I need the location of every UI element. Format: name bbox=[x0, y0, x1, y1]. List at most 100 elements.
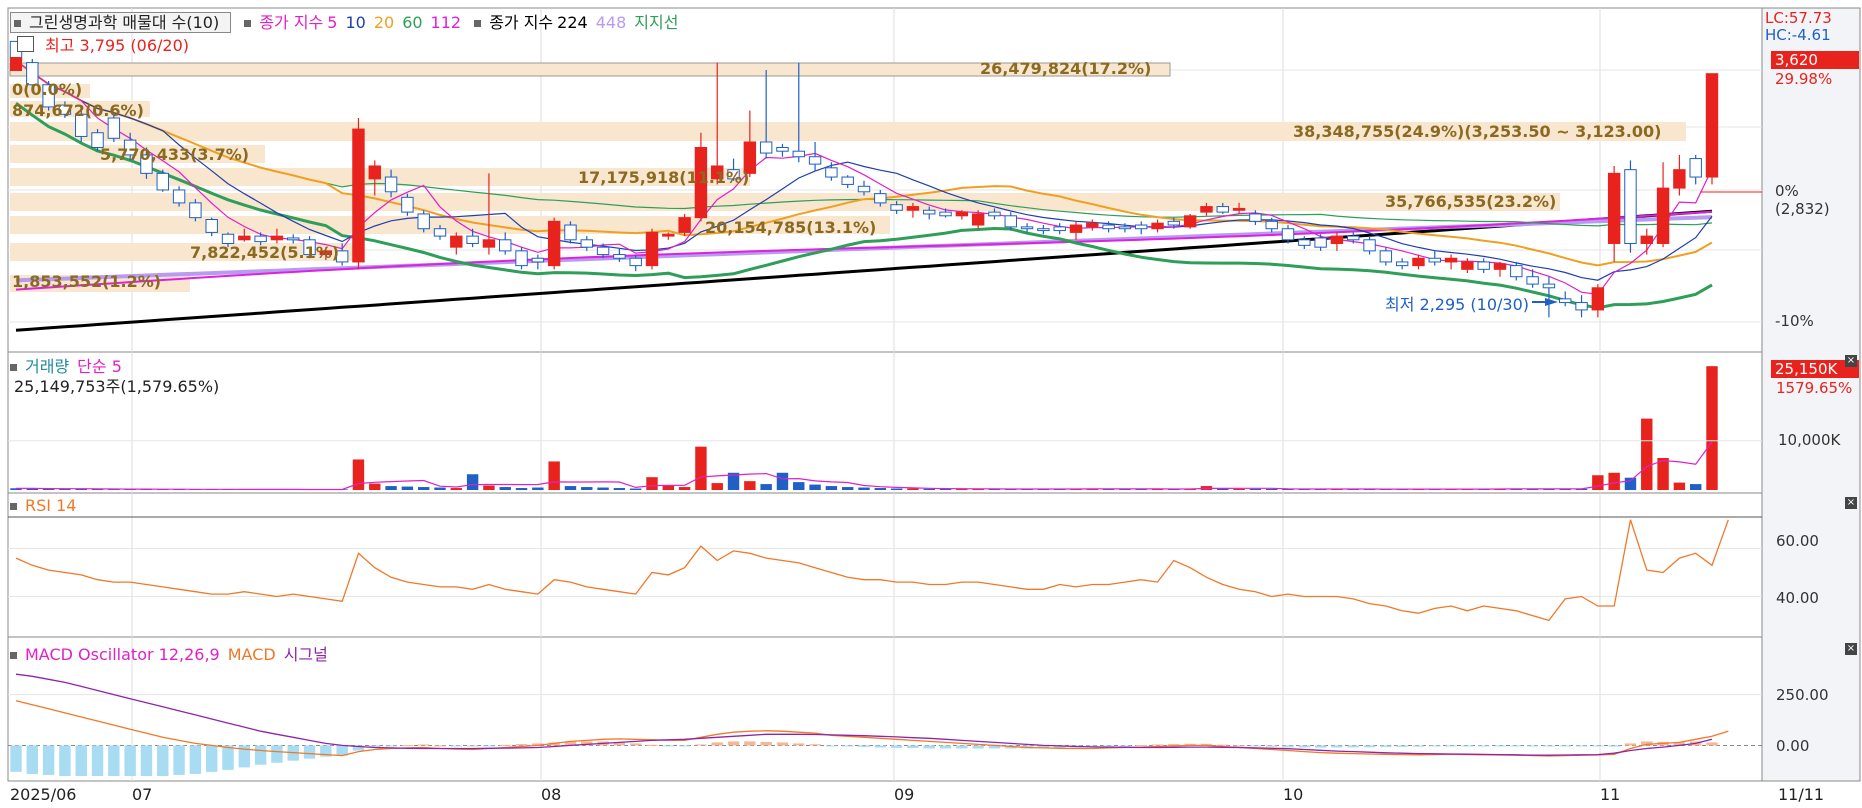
ma448-label: 448 bbox=[595, 13, 627, 32]
high-marker bbox=[10, 57, 22, 71]
volume-bar bbox=[597, 487, 609, 490]
volume-band-label: 38,348,755(24.9%)(3,253.50 ~ 3,123.00) bbox=[1293, 122, 1662, 141]
macd-osc-bar bbox=[222, 745, 234, 770]
candle-body bbox=[1069, 224, 1083, 233]
candle-body bbox=[1461, 261, 1474, 270]
volume-bar bbox=[858, 487, 870, 490]
panel-frame bbox=[7, 351, 1763, 494]
signal-title: 시그널 bbox=[283, 645, 328, 664]
candle-body bbox=[857, 185, 871, 193]
candle-body bbox=[645, 231, 659, 267]
macd-osc-bar bbox=[776, 742, 789, 746]
volume-bar bbox=[1592, 475, 1604, 490]
macd-osc-bar bbox=[1119, 745, 1131, 747]
volume-bar bbox=[1706, 366, 1718, 490]
legend-square-icon bbox=[14, 20, 21, 27]
macd-osc-bar bbox=[809, 744, 821, 746]
macd-osc-bar bbox=[1624, 743, 1637, 746]
macd-title: MACD bbox=[227, 645, 276, 664]
volume-bar bbox=[793, 482, 805, 490]
volume-bar bbox=[760, 484, 772, 490]
volume-bar bbox=[532, 487, 544, 490]
macd-osc-bar bbox=[417, 744, 430, 746]
volume-bar bbox=[1608, 472, 1620, 490]
macd-osc-bar bbox=[1363, 745, 1376, 748]
candle-body bbox=[1232, 207, 1246, 211]
rsi-title: RSI 14 bbox=[25, 496, 77, 515]
volume-bar bbox=[1624, 477, 1637, 490]
volume-tag-pct: 1579.65% bbox=[1776, 379, 1853, 397]
macd-osc-bar bbox=[1461, 745, 1474, 747]
candle-body bbox=[841, 176, 854, 185]
candle-body bbox=[1183, 215, 1197, 228]
macd-axis-0: 0.00 bbox=[1776, 737, 1810, 755]
volume-bar bbox=[711, 483, 723, 490]
candle-body bbox=[1118, 226, 1132, 230]
candle-body bbox=[1249, 213, 1262, 222]
ma224-label: 224 bbox=[557, 13, 588, 32]
signal-line bbox=[15, 673, 1713, 756]
candle-body bbox=[759, 141, 773, 154]
candle-body bbox=[1265, 220, 1278, 230]
candle-body bbox=[1510, 265, 1523, 278]
macd-osc-bar bbox=[1412, 745, 1425, 747]
title-box[interactable]: 그린생명과학 매물대 수(10) bbox=[10, 12, 232, 33]
volume-bar bbox=[483, 485, 495, 490]
macd-osc-bar bbox=[1543, 745, 1555, 747]
macd-osc-bar bbox=[1494, 745, 1506, 747]
ma-legend2-label: 종가 지수 bbox=[489, 13, 554, 32]
macd-osc-bar bbox=[1102, 745, 1115, 747]
chart-settings-icon[interactable] bbox=[17, 36, 34, 52]
macd-osc-bar bbox=[254, 745, 267, 765]
macd-osc-bar bbox=[466, 745, 479, 747]
support-label: 지지선 bbox=[634, 13, 679, 32]
price-tag: 3,620 bbox=[1771, 51, 1859, 69]
macd-osc-bar bbox=[483, 745, 495, 747]
candle-body bbox=[1020, 226, 1034, 230]
volume-bar bbox=[417, 487, 430, 490]
candle-body bbox=[906, 206, 920, 211]
minus10-label: -10% bbox=[1775, 312, 1814, 330]
volume-axis-label: 10,000K bbox=[1778, 431, 1841, 449]
volume-close-icon[interactable]: × bbox=[1845, 355, 1857, 367]
volume-band-label: 35,766,535(23.2%) bbox=[1385, 192, 1557, 211]
candle-body bbox=[368, 165, 381, 180]
candle-body bbox=[1314, 237, 1327, 248]
candle-body bbox=[401, 196, 414, 213]
macd-osc-bar bbox=[907, 745, 919, 749]
legend-square-icon bbox=[10, 652, 17, 659]
candle-body bbox=[189, 202, 202, 219]
macd-osc-bar bbox=[189, 745, 202, 774]
macd-osc-bar bbox=[1380, 745, 1392, 748]
candle-body bbox=[1151, 222, 1164, 230]
macd-osc-bar bbox=[1526, 745, 1539, 747]
price-pct: 29.98% bbox=[1775, 70, 1833, 88]
macd-osc-bar bbox=[956, 745, 968, 749]
volume-bar bbox=[434, 487, 446, 490]
candle-body bbox=[287, 237, 300, 241]
rsi-close-icon[interactable]: × bbox=[1845, 497, 1857, 509]
macd-osc-bar bbox=[939, 745, 952, 749]
candle-body bbox=[384, 176, 398, 193]
candle-body bbox=[1379, 250, 1393, 263]
high-label: 최고 3,795 (06/20) bbox=[45, 36, 190, 55]
macd-osc-bar bbox=[711, 742, 723, 746]
volume-bar bbox=[776, 472, 789, 490]
ma5-label: 5 bbox=[327, 13, 338, 32]
rsi-legend: RSI 14 bbox=[10, 496, 84, 515]
volume-bar bbox=[613, 488, 626, 490]
macd-osc-bar bbox=[744, 741, 756, 746]
macd-osc-bar bbox=[124, 745, 136, 776]
candle-body bbox=[1526, 276, 1539, 285]
volume-bar bbox=[385, 486, 397, 490]
macd-osc-bar bbox=[825, 745, 838, 747]
candle-body bbox=[1607, 172, 1621, 244]
volume-bar bbox=[515, 488, 528, 490]
macd-osc-bar bbox=[1249, 745, 1262, 747]
macd-close-icon[interactable]: × bbox=[1845, 643, 1857, 655]
macd-osc-bar bbox=[173, 745, 185, 775]
candle-body bbox=[1330, 235, 1344, 244]
ma10-label: 10 bbox=[345, 13, 366, 32]
macd-osc-bar bbox=[42, 745, 55, 775]
candle-body bbox=[1624, 169, 1637, 244]
